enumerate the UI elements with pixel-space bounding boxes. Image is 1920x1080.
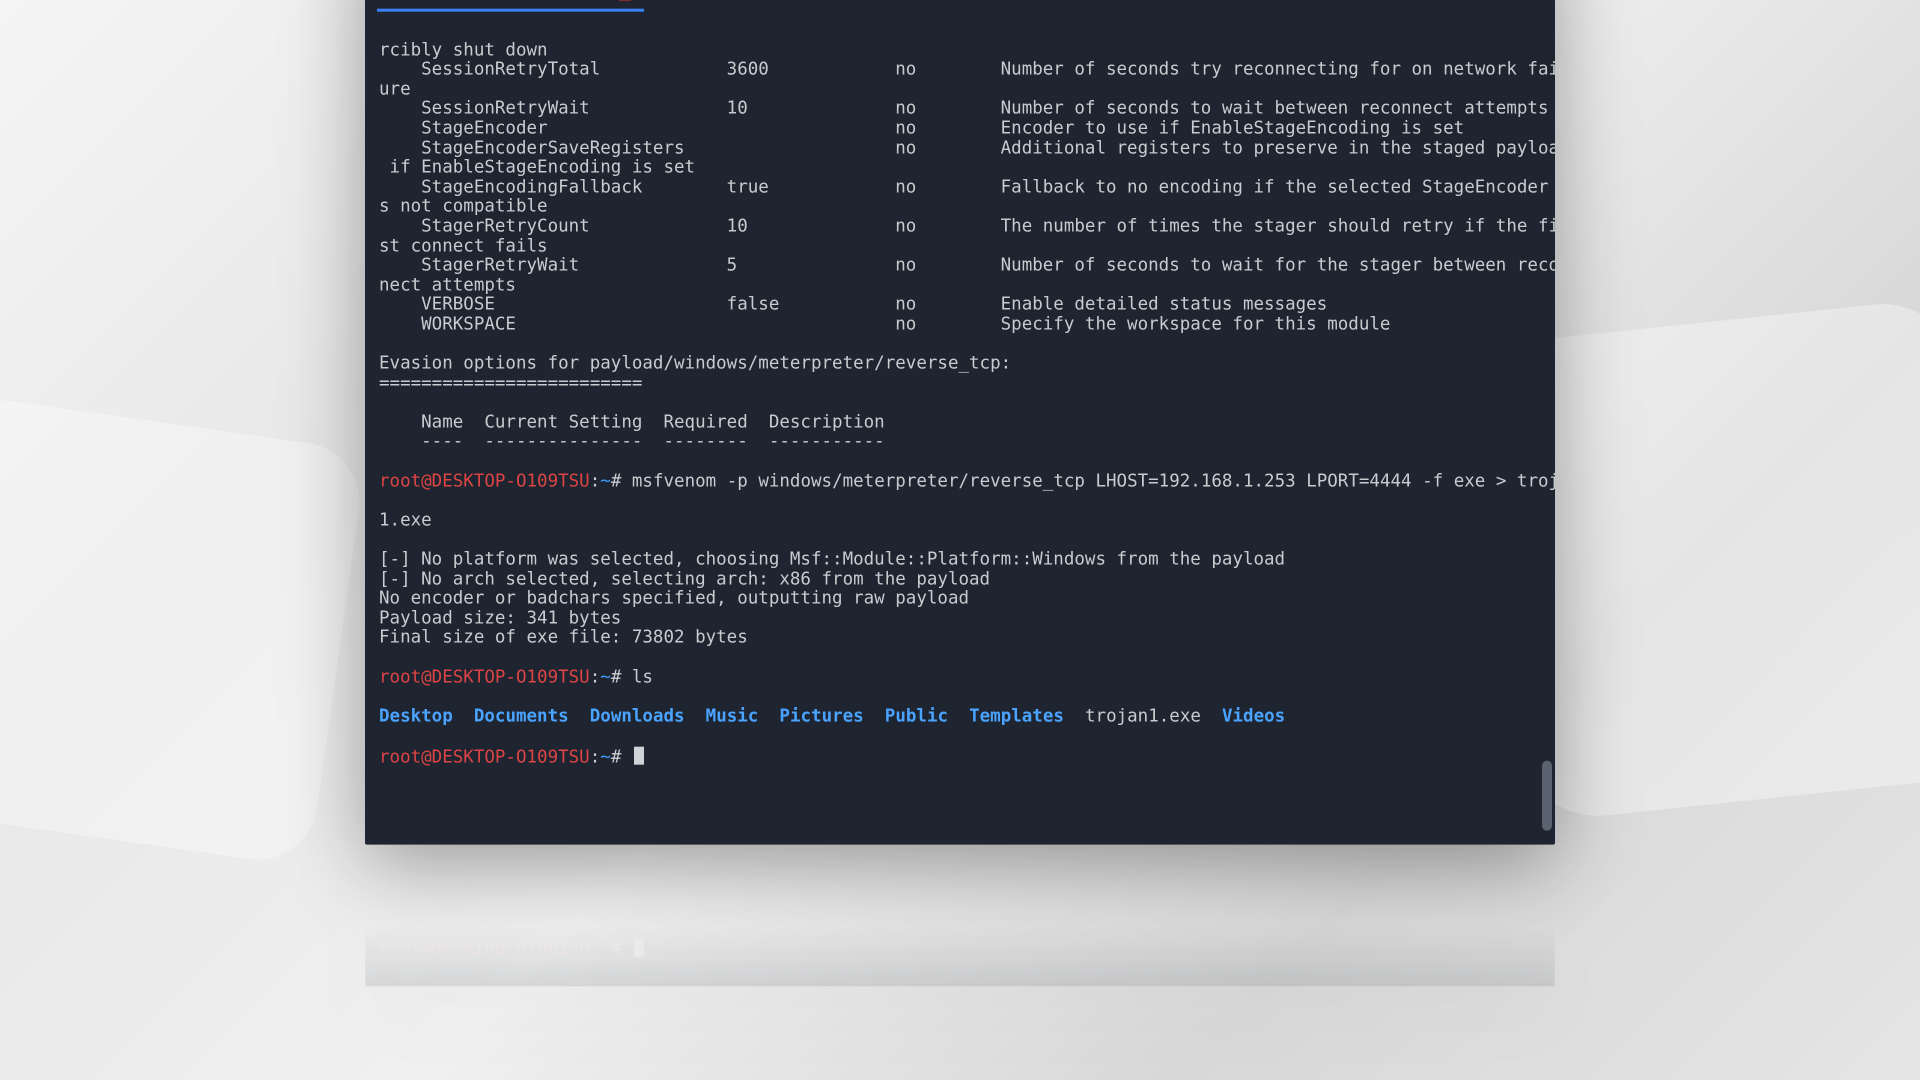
prompt-user: root@DESKTOP-O109TSU [379,471,590,491]
ls-output: Desktop Documents Downloads Music Pictur… [379,707,1541,727]
tabbar: root@DESKTOP-O109TSU: ~ × [365,0,1555,12]
window-reflection: root@DESKTOP-O109TSU:~# Desktop Document… [365,847,1555,987]
tab-close-icon[interactable]: × [618,0,632,1]
scrollbar-thumb[interactable] [1542,761,1552,831]
dir-downloads: Downloads [590,706,685,726]
terminal-body[interactable]: rcibly shut down SessionRetryTotal 3600 … [365,12,1555,845]
dir-music: Music [706,706,759,726]
dir-templates: Templates [969,706,1064,726]
dir-public: Public [885,706,948,726]
terminal-window: root@DESKTOP-O109TSU: ~ – □ × File Actio… [365,0,1555,845]
scrollbar[interactable] [1542,12,1552,845]
file-trojan: trojan1.exe [1085,706,1201,726]
dir-pictures: Pictures [779,706,863,726]
prompt-line-1: root@DESKTOP-O109TSU:~# msfvenom -p wind… [379,472,1541,492]
prompt-line-3: root@DESKTOP-O109TSU:~# [379,747,1541,769]
tab-label: root@DESKTOP-O109TSU: ~ [389,0,608,3]
output-1: [-] No platform was selected, choosing M… [379,551,1541,649]
dir-desktop: Desktop [379,706,453,726]
tab-active[interactable]: root@DESKTOP-O109TSU: ~ × [377,0,644,12]
cursor [634,747,644,765]
dir-videos: Videos [1222,706,1285,726]
output-block: rcibly shut down SessionRetryTotal 3600 … [379,41,1541,452]
command-1-wrap: 1.exe [379,512,1541,532]
command-2: ls [632,667,653,687]
prompt-line-2: root@DESKTOP-O109TSU:~# ls [379,668,1541,688]
dir-documents: Documents [474,706,569,726]
command-1: msfvenom -p windows/meterpreter/reverse_… [632,471,1555,491]
